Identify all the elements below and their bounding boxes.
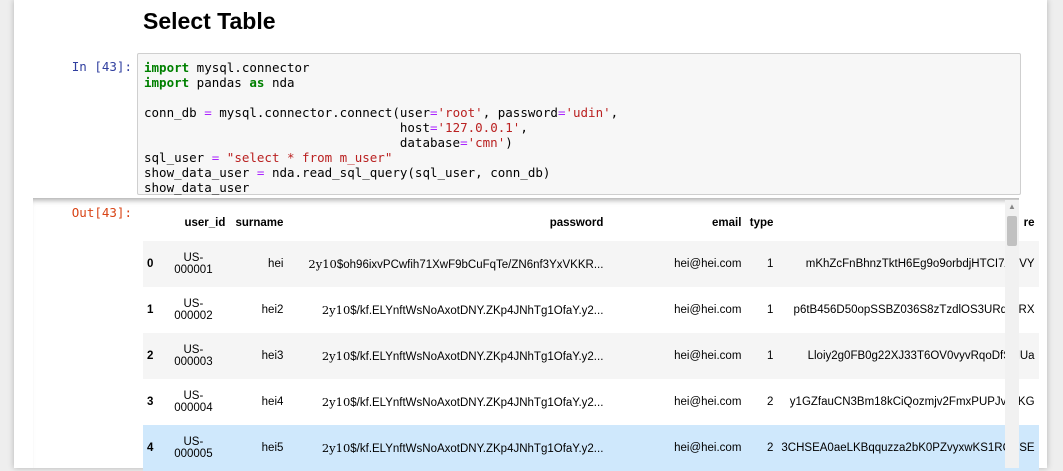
password-math: 2y10 [321,349,351,363]
column-header-user-id: user_id [184,217,226,229]
table-row: 1 US- 000002 hei2 2y10$/kf.ELYnftWsNoAxot… [143,287,1039,333]
user-id-number: 000002 [174,310,213,322]
user-id-number: 000003 [174,356,213,368]
cell-type: 2 [767,396,774,408]
column-header-surname: surname [235,217,284,229]
row-index: 3 [147,396,154,408]
password-math: 2y10 [321,303,351,317]
user-id-prefix: US- [183,298,204,310]
cell-user-id: US- 000003 [157,333,229,379]
cell-password: 2y10$/kf.ELYnftWsNoAxotDNY.ZKp4JNhTg1Ofa… [287,333,607,379]
scroll-up-arrow-icon[interactable]: ▲ [1005,200,1019,214]
notebook-page: Select Table In [43]: import mysql.conne… [14,0,1047,471]
output-scrollbar[interactable]: ▲ [1005,200,1019,468]
cell-re: Lloiy2g0FB0g22XJ33T6OV0vyvRqoDfS6lUa [807,350,1035,362]
password-rest: $/kf.ELYnftWsNoAxotDNY.ZKp4JNhTg1OfaY.y2… [350,443,604,455]
scrollbar-thumb[interactable] [1007,216,1017,246]
code-line: show_data_user [144,180,250,195]
cell-surname: hei [268,258,284,270]
password-rest: $/kf.ELYnftWsNoAxotDNY.ZKp4JNhTg1OfaY.y2… [350,397,604,409]
cell-password: 2y10$/kf.ELYnftWsNoAxotDNY.ZKp4JNhTg1Ofa… [287,425,607,471]
cell-surname: hei4 [261,396,284,408]
table-row: 3 US- 000004 hei4 2y10$/kf.ELYnftWsNoAxot… [143,379,1039,425]
column-header-password: password [549,217,604,229]
user-id-number: 000001 [174,264,213,276]
code-line: database='cmn') [144,135,513,150]
input-prompt: In [43]: [71,59,132,74]
table-header-row: user_id surname password email type re [143,205,1039,241]
cell-email: hei@hei.com [674,350,742,362]
table-row: 2 US- 000003 hei3 2y10$/kf.ELYnftWsNoAxot… [143,333,1039,379]
cell-user-id: US- 000005 [157,425,229,471]
cell-surname: hei3 [261,350,284,362]
column-header-type: type [749,217,774,229]
cell-user-id: US- 000004 [157,379,229,425]
cell-email: hei@hei.com [674,396,742,408]
table-row: 4 US- 000005 hei5 2y10$/kf.ELYnftWsNoAxot… [143,425,1039,471]
cell-password: 2y10$oh96ixvPCwfih71XwF9bCuFqTe/ZN6nf3Yx… [287,241,607,287]
cell-re: p6tB456D50opSSBZ036S8zTzdlOS3URqckRX [793,304,1035,316]
cell-re: y1GZfauCN3Bm18kCiQozmjv2FmxPUPJvlOKG [789,396,1035,408]
user-id-prefix: US- [183,252,204,264]
cell-password: 2y10$/kf.ELYnftWsNoAxotDNY.ZKp4JNhTg1Ofa… [287,287,607,333]
cell-email: hei@hei.com [674,304,742,316]
code-line: conn_db = mysql.connector.connect(user='… [144,105,619,120]
password-math: 2y10 [308,257,337,271]
cell-email: hei@hei.com [674,258,742,270]
column-header-email: email [711,217,742,229]
password-math: 2y10 [321,441,351,455]
cell-type: 1 [767,258,774,270]
cell-re: 3CHSEA0aeLKBqquzza2bK0PZvyxwKS1RQVSE [781,442,1035,454]
password-rest: $/kf.ELYnftWsNoAxotDNY.ZKp4JNhTg1OfaY.y2… [350,351,604,363]
section-heading: Select Table [143,8,276,34]
password-math: 2y10 [321,395,351,409]
code-line: sql_user = "select * from m_user" [144,150,393,165]
output-prompt: Out[43]: [71,205,132,220]
code-cell[interactable]: import mysql.connector import pandas as … [137,53,1021,195]
cell-password: 2y10$/kf.ELYnftWsNoAxotDNY.ZKp4JNhTg1Ofa… [287,379,607,425]
row-index: 2 [147,350,154,362]
cell-type: 1 [767,350,774,362]
row-index: 0 [147,258,154,270]
password-rest: $/kf.ELYnftWsNoAxotDNY.ZKp4JNhTg1OfaY.y2… [350,305,604,317]
cell-re: mKhZcFnBhnzTktH6Eg9o9orbdjHTCI7AZVY [805,258,1035,270]
cell-email: hei@hei.com [674,442,742,454]
row-index: 4 [147,442,154,454]
cell-type: 1 [767,304,774,316]
column-header-re: re [1023,217,1035,229]
cell-surname: hei5 [261,442,284,454]
column-header-index [143,205,157,241]
code-line: show_data_user = nda.read_sql_query(sql_… [144,165,551,180]
code-line: host='127.0.0.1', [144,120,528,135]
code-line: import pandas as nda [144,75,295,90]
table-row: 0 US- 000001 hei 2y10$oh96ixvPCwfih71XwF9… [143,241,1039,287]
code-line: import mysql.connector [144,60,310,75]
code-editor[interactable]: import mysql.connector import pandas as … [144,60,618,195]
user-id-number: 000004 [174,402,213,414]
cell-surname: hei2 [261,304,284,316]
user-id-prefix: US- [183,390,204,402]
user-id-prefix: US- [183,344,204,356]
row-index: 1 [147,304,154,316]
cell-type: 2 [767,442,774,454]
user-id-number: 000005 [174,448,213,460]
user-id-prefix: US- [183,436,204,448]
cell-user-id: US- 000001 [157,241,229,287]
password-rest: $oh96ixvPCwfih71XwF9bCuFqTe/ZN6nf3YxVKKR… [336,259,604,271]
dataframe-table: user_id surname password email type re 0… [143,205,1039,471]
cell-user-id: US- 000002 [157,287,229,333]
